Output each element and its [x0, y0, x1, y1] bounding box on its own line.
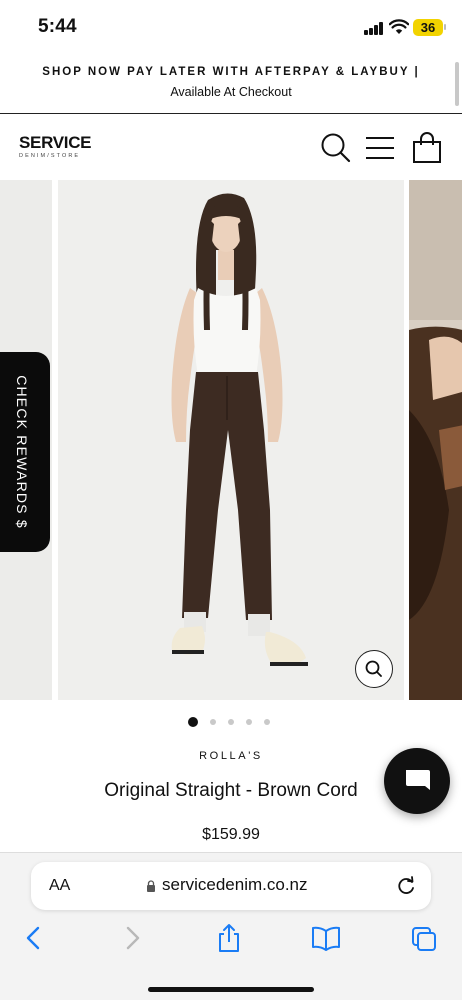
- logo-tagline: DENIM/STORE: [19, 153, 81, 159]
- status-bar: 5:44 36: [0, 0, 462, 56]
- pagination-dot[interactable]: [246, 719, 252, 725]
- site-header: SERVICE DENIM/STORE: [0, 114, 462, 180]
- forward-icon[interactable]: [118, 923, 146, 953]
- product-image: [171, 193, 308, 666]
- bookmarks-icon[interactable]: [311, 923, 341, 953]
- pagination-dot[interactable]: [264, 719, 270, 725]
- chat-button[interactable]: [384, 748, 450, 814]
- lock-icon: [147, 880, 155, 892]
- zoom-icon: [365, 660, 382, 677]
- page-scrollbar[interactable]: [455, 62, 459, 106]
- pagination-dot[interactable]: [210, 719, 216, 725]
- chat-icon: [406, 770, 430, 790]
- wifi-icon: [389, 19, 409, 34]
- gallery-slide-current[interactable]: [58, 180, 404, 700]
- home-indicator: [148, 987, 314, 992]
- reload-icon[interactable]: [395, 875, 417, 897]
- share-icon[interactable]: [215, 923, 243, 953]
- reader-settings-button[interactable]: AA: [49, 877, 70, 895]
- url-text: servicedenim.co.nz: [162, 875, 308, 894]
- product-gallery[interactable]: [0, 180, 462, 700]
- product-price: $159.99: [202, 826, 260, 843]
- battery-icon: 36: [413, 19, 443, 36]
- announcement-subtext: Available At Checkout: [170, 85, 292, 99]
- browser-toolbar: AA servicedenim.co.nz: [0, 852, 462, 1000]
- check-rewards-tab[interactable]: CHECK REWARDS $: [0, 352, 50, 552]
- cellular-signal-icon: [364, 22, 384, 35]
- zoom-button[interactable]: [355, 650, 393, 688]
- announcement-text: SHOP NOW PAY LATER WITH AFTERPAY & LAYBU…: [42, 66, 420, 78]
- aa-label: AA: [49, 877, 71, 894]
- pagination-dot[interactable]: [188, 717, 198, 727]
- status-time: 5:44: [38, 16, 77, 37]
- search-icon[interactable]: [320, 132, 352, 164]
- back-icon[interactable]: [20, 923, 48, 953]
- announcement-bar[interactable]: SHOP NOW PAY LATER WITH AFTERPAY & LAYBU…: [0, 56, 462, 114]
- bag-icon[interactable]: [411, 132, 443, 164]
- battery-cap: [444, 24, 446, 30]
- pagination-dot[interactable]: [228, 719, 234, 725]
- logo[interactable]: SERVICE DENIM/STORE: [19, 133, 92, 160]
- menu-icon[interactable]: [364, 132, 396, 164]
- logo-wordmark: SERVICE: [19, 133, 92, 152]
- address-bar[interactable]: AA servicedenim.co.nz: [31, 862, 431, 910]
- tabs-icon[interactable]: [410, 923, 438, 953]
- check-rewards-label: CHECK REWARDS $: [14, 375, 30, 529]
- next-slide-image: [409, 180, 462, 700]
- gallery-slide-next[interactable]: [409, 180, 462, 700]
